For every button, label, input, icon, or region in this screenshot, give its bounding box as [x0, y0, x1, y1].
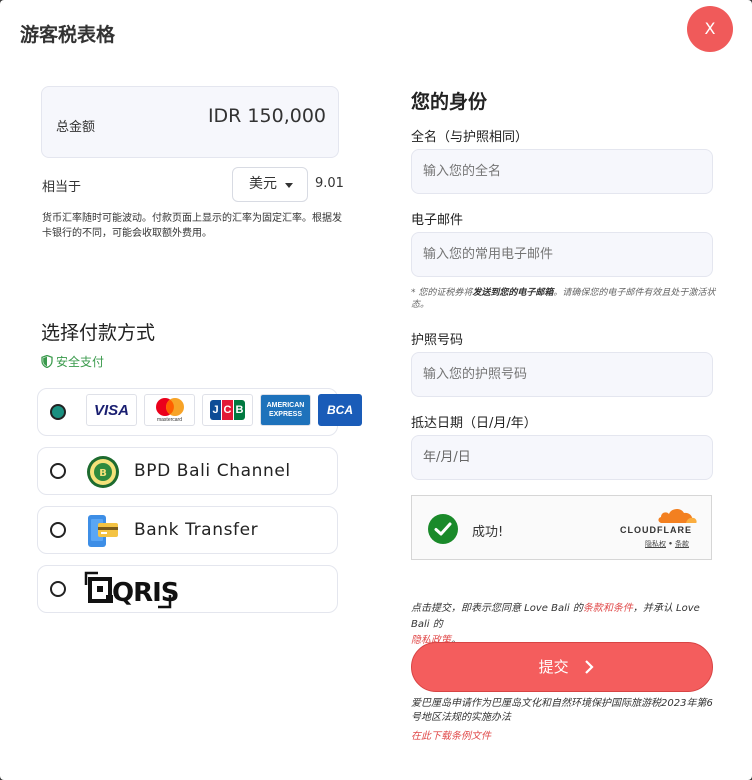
email-hint-bold: 发送到您的电子邮箱 — [472, 288, 554, 298]
email-hint: * 您的证税券将发送到您的电子邮箱。请确保您的电子邮件有效且处于激活状态。 — [411, 287, 716, 311]
currency-select[interactable]: 美元 — [232, 167, 308, 202]
shield-icon — [41, 355, 53, 368]
email-hint-prefix: * 您的证税券将 — [411, 288, 473, 298]
mastercard-wordmark: mastercard — [156, 417, 182, 423]
captcha-links: 隐私权 • 条款 — [645, 539, 689, 549]
close-button[interactable]: X — [687, 6, 733, 52]
amex-logo: AMERICAN EXPRESS — [260, 394, 311, 426]
passport-input[interactable] — [411, 352, 713, 397]
bca-logo: BCA — [318, 394, 362, 426]
payment-option-qris[interactable]: QRIS — [37, 565, 338, 613]
terms-prefix: 点击提交，即表示您同意 Love Bali 的 — [411, 603, 583, 614]
identity-title: 您的身份 — [411, 91, 488, 113]
submit-button[interactable]: 提交 — [411, 642, 713, 692]
exchange-rate-note: 货币汇率随时可能波动。付款页面上显示的汇率为固定汇率。根据发卡银行的不同，可能会… — [42, 213, 342, 239]
cloudflare-captcha[interactable]: 成功! CLOUDFLARE 隐私权 • 条款 — [411, 495, 712, 560]
arrival-date-input[interactable]: 年/月/日 — [411, 435, 713, 480]
card-logos: VISA mastercard J C B AMERICAN EXPRESS B… — [86, 394, 362, 432]
cloudflare-cloud-icon — [658, 508, 697, 523]
captcha-status: 成功! — [472, 525, 504, 540]
cloudflare-wordmark: CLOUDFLARE — [620, 525, 692, 535]
caret-down-icon — [285, 183, 293, 188]
terms-link[interactable]: 条款和条件 — [583, 603, 633, 614]
download-regulation-link[interactable]: 在此下载条例文件 — [411, 727, 491, 742]
email-input[interactable] — [411, 232, 713, 277]
fullname-label: 全名（与护照相同） — [411, 130, 529, 145]
amount-value: IDR 150,000 — [207, 105, 326, 127]
bpd-bali-logo-icon: B — [87, 456, 119, 488]
submit-label: 提交 — [538, 658, 569, 676]
radio-cards[interactable] — [50, 404, 66, 420]
tourist-tax-modal: 游客税表格 X 总金额 IDR 150,000 相当于 美元 9.01 货币汇率… — [0, 0, 752, 780]
regulation-note: 爱巴厘岛申请作为巴厘岛文化和自然环境保护国际旅游税2023年第6号地区法规的实施… — [411, 698, 713, 723]
jcb-logo: J C B — [202, 394, 253, 426]
amount-summary: 总金额 IDR 150,000 — [41, 86, 339, 158]
captcha-terms-link[interactable]: 条款 — [675, 540, 689, 548]
radio-qris[interactable] — [50, 581, 66, 597]
chevron-right-icon — [585, 660, 594, 674]
radio-bank-transfer[interactable] — [50, 522, 66, 538]
radio-bpd-bali[interactable] — [50, 463, 66, 479]
svg-text:B: B — [99, 468, 107, 479]
payment-option-cards[interactable]: VISA mastercard J C B AMERICAN EXPRESS B… — [37, 388, 362, 436]
passport-label: 护照号码 — [411, 333, 464, 348]
qris-wordmark: QRIS — [112, 578, 179, 608]
equivalent-label: 相当于 — [42, 180, 82, 195]
bpd-bali-label: BPD Bali Channel — [134, 461, 291, 481]
modal-title: 游客税表格 — [20, 24, 116, 46]
converted-amount: 9.01 — [315, 176, 344, 191]
email-label: 电子邮件 — [411, 213, 464, 228]
arrival-date-label: 抵达日期（日/月/年） — [411, 416, 537, 431]
mastercard-circles-icon — [155, 398, 184, 416]
captcha-privacy-link[interactable]: 隐私权 — [645, 540, 666, 548]
bank-transfer-icon — [88, 515, 118, 547]
secure-payment-badge: 安全支付 — [41, 353, 104, 370]
payment-option-bank-transfer[interactable]: Bank Transfer — [37, 506, 338, 554]
fullname-input[interactable] — [411, 149, 713, 194]
success-check-icon — [428, 514, 458, 544]
payment-method-title: 选择付款方式 — [41, 322, 156, 344]
qris-logo: QRIS — [84, 571, 180, 609]
visa-logo: VISA — [86, 394, 137, 426]
mastercard-logo: mastercard — [144, 394, 195, 426]
captcha-link-separator: • — [668, 540, 673, 548]
amount-label: 总金额 — [56, 120, 96, 135]
bank-transfer-label: Bank Transfer — [134, 520, 259, 540]
payment-option-bpd-bali[interactable]: B BPD Bali Channel — [37, 447, 338, 495]
secure-payment-label: 安全支付 — [56, 355, 105, 369]
currency-value: 美元 — [249, 176, 277, 192]
